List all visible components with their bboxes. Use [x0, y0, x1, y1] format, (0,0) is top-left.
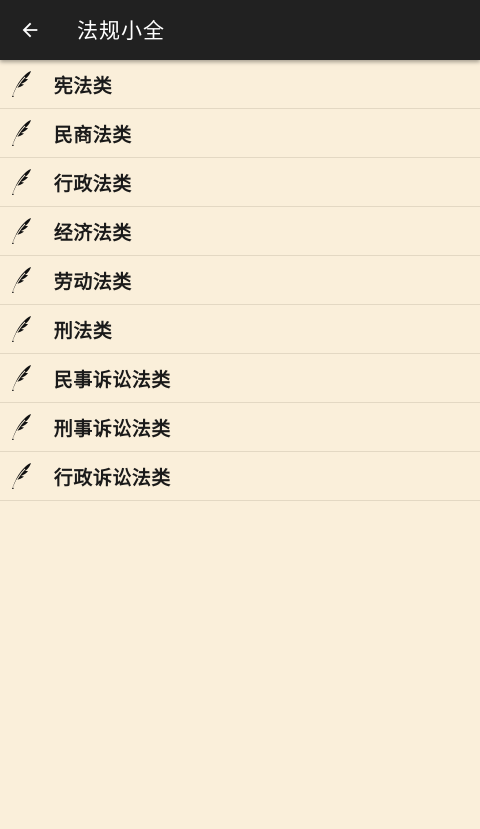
list-item-7[interactable]: 刑事诉讼法类 — [0, 403, 480, 452]
quill-feather-icon — [10, 266, 32, 294]
law-category-list: 宪法类 民商法类 行政法类 经济法类 劳动法类 刑法类 民事诉讼法类 刑事诉讼法… — [0, 60, 480, 501]
list-item-label: 行政法类 — [54, 172, 133, 195]
list-item-3[interactable]: 经济法类 — [0, 207, 480, 256]
quill-feather-icon — [10, 119, 32, 147]
quill-feather-icon — [10, 70, 32, 98]
list-item-8[interactable]: 行政诉讼法类 — [0, 452, 480, 501]
list-item-2[interactable]: 行政法类 — [0, 158, 480, 207]
list-item-label: 刑事诉讼法类 — [54, 417, 172, 440]
list-item-4[interactable]: 劳动法类 — [0, 256, 480, 305]
quill-feather-icon — [10, 413, 32, 441]
list-item-label: 宪法类 — [54, 74, 113, 97]
list-item-0[interactable]: 宪法类 — [0, 60, 480, 109]
quill-feather-icon — [10, 168, 32, 196]
list-item-label: 民事诉讼法类 — [54, 368, 172, 391]
list-item-1[interactable]: 民商法类 — [0, 109, 480, 158]
arrow-left-icon — [22, 22, 38, 38]
list-item-label: 经济法类 — [54, 221, 133, 244]
quill-feather-icon — [10, 217, 32, 245]
quill-feather-icon — [10, 364, 32, 392]
list-item-label: 民商法类 — [54, 123, 133, 146]
list-item-6[interactable]: 民事诉讼法类 — [0, 354, 480, 403]
list-item-label: 行政诉讼法类 — [54, 466, 172, 489]
list-item-label: 劳动法类 — [54, 270, 133, 293]
page-title: 法规小全 — [77, 19, 165, 43]
list-item-label: 刑法类 — [54, 319, 113, 342]
quill-feather-icon — [10, 462, 32, 490]
app-bar: 法规小全 — [0, 0, 480, 60]
back-button[interactable] — [0, 0, 60, 60]
list-item-5[interactable]: 刑法类 — [0, 305, 480, 354]
quill-feather-icon — [10, 315, 32, 343]
